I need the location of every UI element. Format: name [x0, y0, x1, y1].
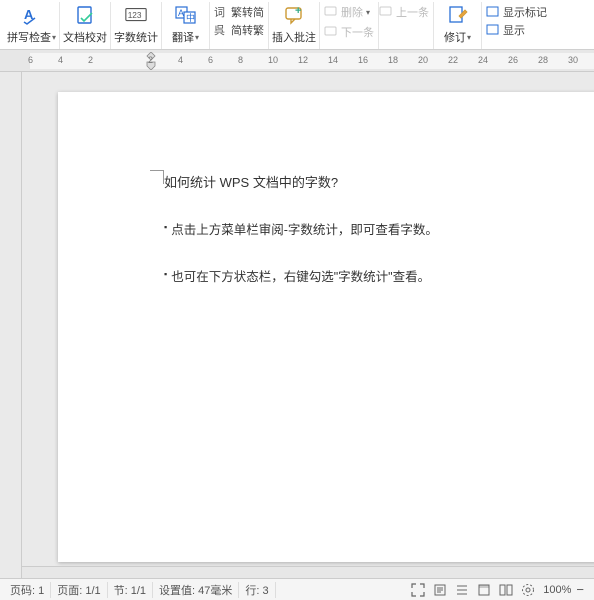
wordcount-label: 字数统计 [114, 29, 158, 45]
show-markup[interactable]: 显示标记 [486, 4, 547, 20]
spellcheck-group[interactable]: A 拼写检查▾ [4, 2, 60, 49]
ruler-mark: 22 [448, 55, 458, 65]
horizontal-ruler[interactable]: 64224681012141618202224262830 [0, 50, 594, 72]
zoom-out-button[interactable]: − [574, 582, 586, 597]
svg-text:123: 123 [128, 10, 142, 20]
ruler-mark: 2 [148, 55, 153, 65]
ruler-mark: 18 [388, 55, 398, 65]
prev-comment: 上一条 [379, 4, 429, 20]
view-read-button[interactable] [495, 583, 517, 597]
svg-text:A: A [178, 8, 184, 18]
fullscreen-button[interactable] [407, 583, 429, 597]
markup-icon [486, 5, 500, 19]
show-group: 显示标记 显示 [482, 2, 551, 49]
view-web-button[interactable] [473, 583, 495, 597]
ruler-mark: 28 [538, 55, 548, 65]
status-page-number[interactable]: 页码: 1 [4, 582, 51, 598]
status-bar: 页码: 1 页面: 1/1 节: 1/1 设置值: 47毫米 行: 3 100%… [0, 578, 594, 600]
next-comment: 下一条 [324, 24, 374, 40]
ruler-mark: 16 [358, 55, 368, 65]
delete-comment: 删除▾ [324, 4, 374, 20]
revise-label: 修订▾ [444, 29, 471, 45]
svg-text:词: 词 [214, 6, 225, 19]
comment-nav-group2: 上一条 x [375, 2, 434, 49]
zoom-level: 100% [543, 584, 571, 596]
document-workspace: ▷ 如何统计 WPS 文档中的字数? 点击上方菜单栏审阅-字数统计，即可查看字数… [0, 72, 594, 578]
ruler-mark: 26 [508, 55, 518, 65]
settings-icon[interactable] [517, 583, 539, 597]
spellcheck-label: 拼写检查▾ [7, 29, 56, 45]
wordcount-icon: 123 [124, 3, 148, 27]
doc-title: 如何统计 WPS 文档中的字数? [164, 172, 558, 191]
revise-group[interactable]: 修订▾ [434, 2, 482, 49]
docproof-label: 文档校对 [63, 29, 107, 45]
docproof-group[interactable]: 文档校对 [60, 2, 111, 49]
ruler-scale: 64224681012141618202224262830 [30, 53, 594, 69]
doc-bullet-2: 也可在下方状态栏，右键勾选"字数统计"查看。 [164, 266, 558, 285]
ruler-mark: 6 [28, 55, 33, 65]
show-icon [486, 23, 500, 37]
trad-icon: 词 [214, 5, 228, 19]
prev-icon [379, 5, 393, 19]
svg-text:呉: 呉 [214, 24, 225, 37]
status-setvalue[interactable]: 设置值: 47毫米 [153, 582, 239, 598]
insert-comment-group[interactable]: + 插入批注 [269, 2, 320, 49]
view-outline-button[interactable] [451, 583, 473, 597]
zoom-control[interactable]: 100% − [539, 582, 590, 597]
ruler-mark: 4 [178, 55, 183, 65]
view-print-button[interactable] [429, 583, 451, 597]
status-section[interactable]: 节: 1/1 [108, 582, 153, 598]
svg-text:中: 中 [186, 12, 195, 23]
margin-corner-icon [150, 170, 164, 184]
doc-bullet-1: 点击上方菜单栏审阅-字数统计，即可查看字数。 [164, 219, 558, 238]
delete-icon [324, 5, 338, 19]
spellcheck-icon: A [20, 3, 44, 27]
ruler-mark: 2 [88, 55, 93, 65]
insert-comment-label: 插入批注 [272, 29, 316, 45]
revise-icon [446, 3, 470, 27]
show-all[interactable]: 显示 [486, 22, 547, 38]
convert-group: 词繁转简 呉简转繁 [210, 2, 269, 49]
ruler-mark: 20 [418, 55, 428, 65]
comment-icon: + [282, 3, 306, 27]
translate-icon: A中 [174, 3, 198, 27]
ruler-mark: 14 [328, 55, 338, 65]
ruler-mark: 30 [568, 55, 578, 65]
status-page[interactable]: 页面: 1/1 [51, 582, 107, 598]
trad-to-simp[interactable]: 词繁转简 [214, 4, 264, 20]
ruler-mark: 8 [238, 55, 243, 65]
vertical-ruler[interactable] [0, 72, 22, 578]
ruler-mark: 10 [268, 55, 278, 65]
horizontal-scrollbar[interactable] [22, 566, 594, 578]
page-viewport[interactable]: ▷ 如何统计 WPS 文档中的字数? 点击上方菜单栏审阅-字数统计，即可查看字数… [22, 72, 594, 578]
next-icon [324, 25, 338, 39]
translate-label: 翻译▾ [172, 29, 199, 45]
wordcount-group[interactable]: 123 字数统计 [111, 2, 162, 49]
simp-icon: 呉 [214, 23, 228, 37]
ruler-mark: 24 [478, 55, 488, 65]
ruler-mark: 12 [298, 55, 308, 65]
ribbon-toolbar: A 拼写检查▾ 文档校对 123 字数统计 A中 翻译▾ 词繁转简 呉简转繁 +… [0, 0, 594, 50]
document-page[interactable]: 如何统计 WPS 文档中的字数? 点击上方菜单栏审阅-字数统计，即可查看字数。 … [58, 92, 594, 562]
translate-group[interactable]: A中 翻译▾ [162, 2, 210, 49]
ruler-mark: 6 [208, 55, 213, 65]
simp-to-trad[interactable]: 呉简转繁 [214, 22, 264, 38]
svg-text:+: + [295, 5, 301, 17]
ruler-mark: 4 [58, 55, 63, 65]
docproof-icon [73, 3, 97, 27]
status-row[interactable]: 行: 3 [239, 582, 275, 598]
comment-nav-group: 删除▾ 下一条 [320, 2, 379, 49]
